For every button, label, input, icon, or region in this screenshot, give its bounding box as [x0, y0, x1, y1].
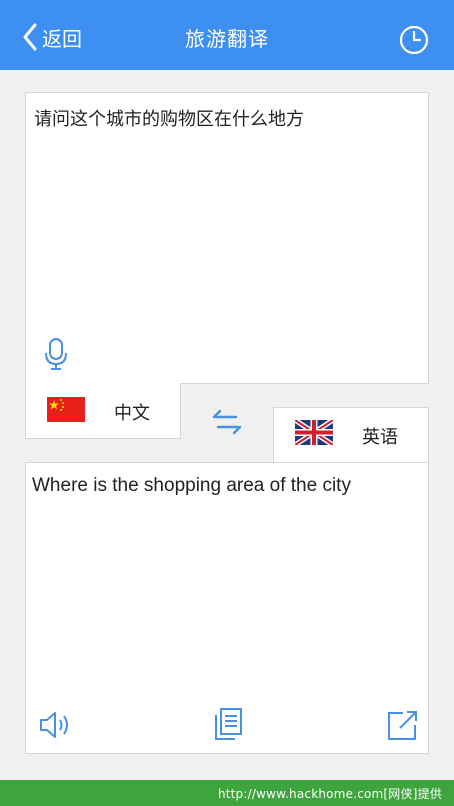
watermark-footer: http://www.hackhome.com[网侠]提供: [0, 780, 454, 806]
translation-result-area: Where is the shopping area of the city: [25, 462, 429, 754]
uk-flag-icon: [293, 417, 335, 448]
copy-button[interactable]: [212, 707, 244, 741]
source-text: 请问这个城市的购物区在什么地方: [34, 109, 304, 130]
source-language-label: 中文: [114, 403, 150, 424]
speak-button[interactable]: [38, 709, 74, 741]
china-flag-icon: [47, 397, 85, 422]
swap-languages-button[interactable]: [210, 406, 244, 438]
microphone-button[interactable]: [42, 337, 70, 371]
speaker-icon: [38, 712, 74, 745]
target-language-label: 英语: [362, 427, 398, 448]
footer-text: http://www.hackhome.com[网侠]提供: [217, 787, 442, 801]
source-text-area[interactable]: 请问这个城市的购物区在什么地方: [25, 92, 429, 384]
source-language-tab[interactable]: 中文: [25, 383, 181, 439]
swap-icon: [210, 409, 244, 442]
copy-icon: [212, 708, 244, 745]
history-button[interactable]: [398, 24, 430, 56]
microphone-icon: [42, 338, 70, 375]
app-header: 返回 旅游翻译: [0, 0, 454, 70]
translation-text: Where is the shopping area of the city: [32, 475, 351, 496]
clock-icon: [398, 25, 430, 60]
page-title: 旅游翻译: [185, 27, 269, 51]
share-icon: [385, 711, 419, 747]
share-button[interactable]: [385, 709, 419, 743]
target-language-tab[interactable]: 英语: [273, 407, 429, 463]
